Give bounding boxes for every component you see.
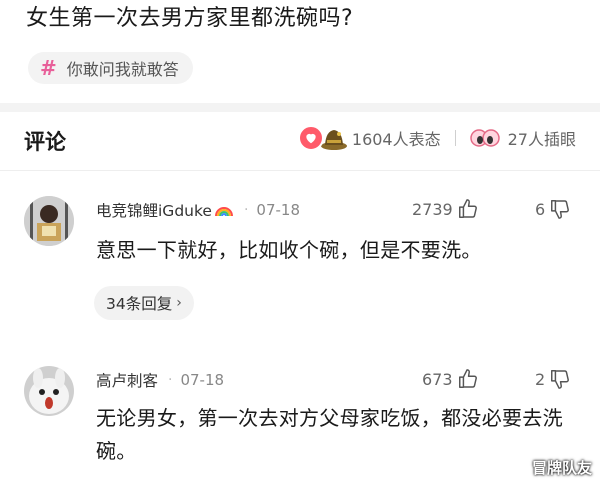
thumbs-down-icon	[551, 200, 570, 219]
chevron-right-icon: ›	[176, 295, 182, 311]
hat-reaction-icon	[320, 130, 347, 150]
comment-text: 意思一下就好，比如收个碗，但是不要洗。	[96, 238, 482, 262]
thumbs-up-icon	[458, 199, 477, 218]
thumbs-up-icon	[458, 369, 477, 388]
separator-dot: ·	[168, 372, 173, 388]
comment-date: 07-18	[256, 201, 300, 219]
comment-item: 电竞锦鲤iGduke · 07-18 2739 6 意思一下就好，比如收个碗，但…	[0, 190, 600, 340]
comments-title: 评论	[24, 130, 66, 154]
reaction-count: 1604人表态	[351, 130, 441, 149]
dislike-button[interactable]: 2	[535, 368, 571, 390]
comment-username[interactable]: 电竞锦鲤iGduke · 07-18	[96, 199, 300, 221]
dislike-count: 6	[535, 199, 546, 219]
rainbow-icon	[214, 207, 233, 217]
header-divider	[0, 170, 600, 171]
watermark: 冒牌队友	[531, 459, 592, 477]
hash-icon: #	[40, 56, 57, 80]
username-text: 高卢刺客	[96, 372, 159, 390]
heart-reaction-icon	[297, 125, 324, 151]
topic-tag[interactable]: # 你敢问我就敢答	[28, 52, 193, 84]
comment-username[interactable]: 高卢刺客 · 07-18	[96, 369, 224, 391]
separator-dot: ·	[243, 202, 249, 218]
separator	[454, 130, 456, 146]
question-title[interactable]: 女生第一次去男方家里都洗碗吗?	[26, 4, 353, 34]
like-button[interactable]: 2739	[412, 198, 479, 220]
comments-header: 评论 1604人表态 27人插眼	[0, 112, 600, 170]
topic-label: 你敢问我就敢答	[66, 60, 179, 79]
dislike-count: 2	[535, 369, 546, 389]
like-count: 2739	[412, 199, 453, 219]
comment-item: 高卢刺客 · 07-18 673 2 无论男女，第一次去对方父母家吃饭，都没必要…	[0, 360, 600, 486]
thumbs-down-icon	[551, 370, 570, 389]
reactions-bar[interactable]: 1604人表态 27人插眼	[297, 125, 576, 151]
avatar[interactable]	[24, 366, 74, 416]
dislike-button[interactable]: 6	[535, 198, 571, 220]
comment-text: 无论男女，第一次去对方父母家吃饭，都没必要去洗碗。	[96, 406, 563, 463]
question-header: 女生第一次去男方家里都洗碗吗? # 你敢问我就敢答	[0, 0, 600, 103]
like-count: 673	[422, 369, 453, 389]
avatar[interactable]	[24, 196, 74, 246]
view-replies-button[interactable]: 34条回复 ›	[94, 286, 194, 320]
eyes-icon	[469, 129, 500, 147]
comment-date: 07-18	[180, 371, 225, 389]
section-divider	[0, 103, 600, 112]
like-button[interactable]: 673	[422, 368, 479, 390]
username-text: 电竞锦鲤iGduke	[96, 202, 212, 220]
replies-label: 34条回复	[106, 295, 173, 313]
view-count: 27人插眼	[507, 130, 576, 149]
page: 女生第一次去男方家里都洗碗吗? # 你敢问我就敢答 评论 1604人表态 27人…	[0, 0, 600, 486]
